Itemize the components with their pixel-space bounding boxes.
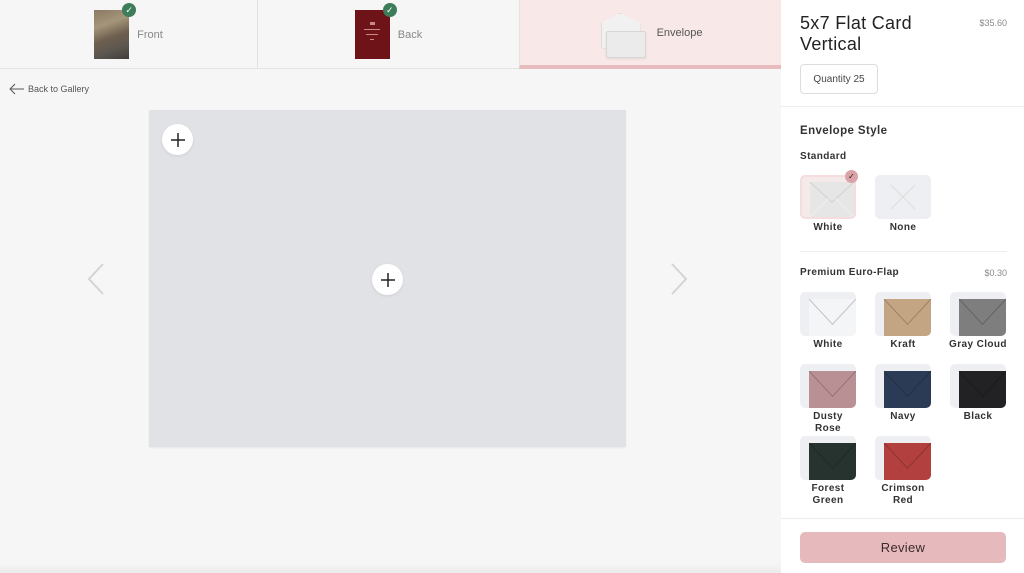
previous-arrow-icon[interactable] — [86, 262, 106, 296]
review-button[interactable]: Review — [800, 532, 1006, 563]
add-corner-element-button[interactable] — [162, 124, 193, 155]
envelope-option-kraft[interactable]: Kraft — [874, 292, 932, 351]
standard-heading: Standard — [800, 151, 847, 162]
envelope-swatch — [875, 364, 931, 408]
tab-label: Back — [397, 28, 423, 41]
envelope-canvas — [149, 110, 626, 447]
envelope-swatch — [800, 436, 856, 480]
step-tabs: ✓ Front ✓ Back Envelope — [0, 0, 781, 69]
envelope-option-standard-white[interactable]: ✓ White — [799, 170, 858, 234]
check-icon: ✓ — [382, 3, 397, 17]
option-label: Dusty Rose — [813, 411, 843, 434]
envelope-option-forest-green[interactable]: Forest Green — [799, 436, 857, 507]
options-panel: 5x7 Flat Card Vertical $35.60 Quantity 2… — [781, 0, 1024, 573]
option-label: Forest Green — [811, 483, 845, 506]
next-arrow-icon[interactable] — [669, 262, 689, 296]
bottom-shadow — [0, 563, 781, 573]
envelope-thumbnail — [599, 7, 649, 59]
envelope-swatch — [875, 175, 931, 219]
front-thumbnail: ✓ — [94, 3, 137, 59]
divider — [781, 518, 1024, 519]
envelope-option-crimson-red[interactable]: Crimson Red — [874, 436, 932, 507]
envelope-swatch — [800, 292, 856, 336]
tab-back[interactable]: ✓ Back — [257, 0, 519, 69]
envelope-swatch — [875, 292, 931, 336]
plus-icon — [380, 272, 395, 287]
product-price: $35.60 — [979, 18, 1007, 28]
back-thumbnail: ✓ — [354, 3, 397, 59]
envelope-swatch — [950, 364, 1006, 408]
tab-label: Front — [137, 28, 163, 41]
add-center-element-button[interactable] — [372, 264, 403, 295]
plus-icon — [170, 132, 185, 147]
premium-euro-flap-heading: Premium Euro-Flap — [800, 267, 900, 278]
premium-price: $0.30 — [984, 268, 1007, 278]
envelope-swatch — [875, 436, 931, 480]
envelope-swatch — [950, 292, 1006, 336]
envelope-style-heading: Envelope Style — [800, 125, 888, 137]
arrow-left-icon — [9, 83, 24, 95]
back-link-label: Back to Gallery — [28, 84, 90, 94]
option-label: Kraft — [890, 339, 916, 350]
option-label: Black — [963, 411, 993, 422]
envelope-option-gray-cloud[interactable]: Gray Cloud — [946, 292, 1010, 351]
product-title: 5x7 Flat Card Vertical — [800, 13, 912, 54]
envelope-option-navy[interactable]: Navy — [874, 364, 932, 423]
back-to-gallery-link[interactable]: Back to Gallery — [9, 83, 89, 95]
divider — [800, 251, 1007, 252]
tab-label: Envelope — [656, 26, 703, 39]
option-label: White — [813, 222, 843, 233]
tab-front[interactable]: ✓ Front — [0, 0, 257, 69]
tab-envelope[interactable]: Envelope — [519, 0, 781, 69]
divider — [781, 106, 1024, 107]
envelope-option-black[interactable]: Black — [946, 364, 1010, 423]
check-icon: ✓ — [122, 3, 137, 17]
option-label: None — [889, 222, 917, 233]
option-label: Gray Cloud — [949, 339, 1007, 350]
selected-check-icon: ✓ — [845, 170, 858, 183]
option-label: Crimson Red — [881, 483, 925, 506]
envelope-swatch — [800, 364, 856, 408]
option-label: White — [813, 339, 843, 350]
envelope-option-dusty-rose[interactable]: Dusty Rose — [799, 364, 857, 435]
quantity-button[interactable]: Quantity 25 — [800, 64, 878, 94]
none-x-icon — [890, 184, 916, 210]
envelope-option-none[interactable]: None — [874, 175, 932, 234]
option-label: Navy — [890, 411, 916, 422]
envelope-option-white[interactable]: White — [799, 292, 857, 351]
